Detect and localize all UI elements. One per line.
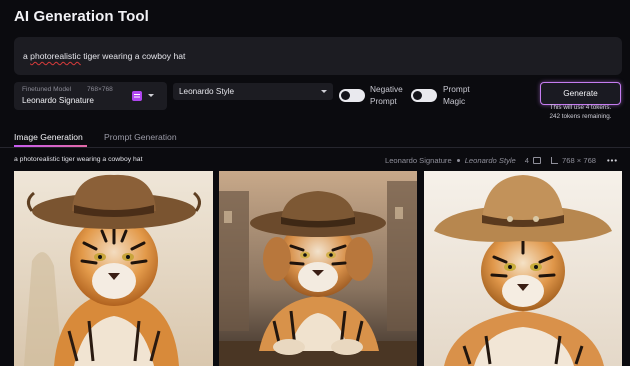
generation-model: Leonardo Signature	[384, 156, 452, 165]
model-badge-icon	[132, 91, 142, 101]
chevron-down-icon	[321, 90, 327, 93]
generation-count: 4	[524, 156, 530, 165]
tiger-image-2[interactable]	[219, 171, 417, 366]
generation-style: Leonardo Style	[464, 156, 516, 165]
generation-meta: Leonardo Signature Leonardo Style 4 768 …	[385, 156, 618, 165]
model-label: Finetuned Model	[22, 86, 72, 93]
style-value: Leonardo Style	[179, 87, 235, 96]
tiger-image-1[interactable]	[14, 171, 213, 366]
generation-prompt: a photorealistic tiger wearing a cowboy …	[14, 156, 143, 163]
tokens-remaining-note: 242 tokens remaining.	[549, 113, 612, 120]
chevron-down-icon	[148, 94, 154, 97]
more-options-icon[interactable]: •••	[607, 156, 618, 165]
generation-size: 768 × 768	[562, 156, 597, 165]
image-count-icon	[533, 157, 542, 164]
separator-dot	[456, 159, 460, 162]
style-select[interactable]: Leonardo Style	[173, 83, 333, 100]
model-value: Leonardo Signature	[22, 96, 94, 105]
dimensions-icon	[551, 157, 559, 164]
prompt-magic-label: Prompt Magic	[443, 84, 470, 106]
negative-prompt-toggle[interactable]	[339, 89, 365, 102]
tab-prompt-generation[interactable]: Prompt Generation	[104, 132, 177, 142]
prompt-magic-toggle[interactable]	[411, 89, 437, 102]
page-title: AI Generation Tool	[14, 8, 149, 25]
generate-button[interactable]: Generate	[540, 82, 621, 105]
token-cost-note: This will use 4 tokens.	[549, 104, 612, 111]
tab-image-generation[interactable]: Image Generation	[14, 132, 83, 142]
prompt-input[interactable]: a photorealistic tiger wearing a cowboy …	[14, 37, 622, 75]
negative-prompt-label: Negative Prompt	[370, 84, 403, 106]
prompt-text: a photorealistic tiger wearing a cowboy …	[23, 51, 186, 61]
divider	[0, 147, 630, 148]
model-select[interactable]: Finetuned Model 768×768 Leonardo Signatu…	[14, 82, 167, 110]
tiger-image-3[interactable]	[424, 171, 622, 366]
model-size: 768×768	[87, 86, 113, 93]
